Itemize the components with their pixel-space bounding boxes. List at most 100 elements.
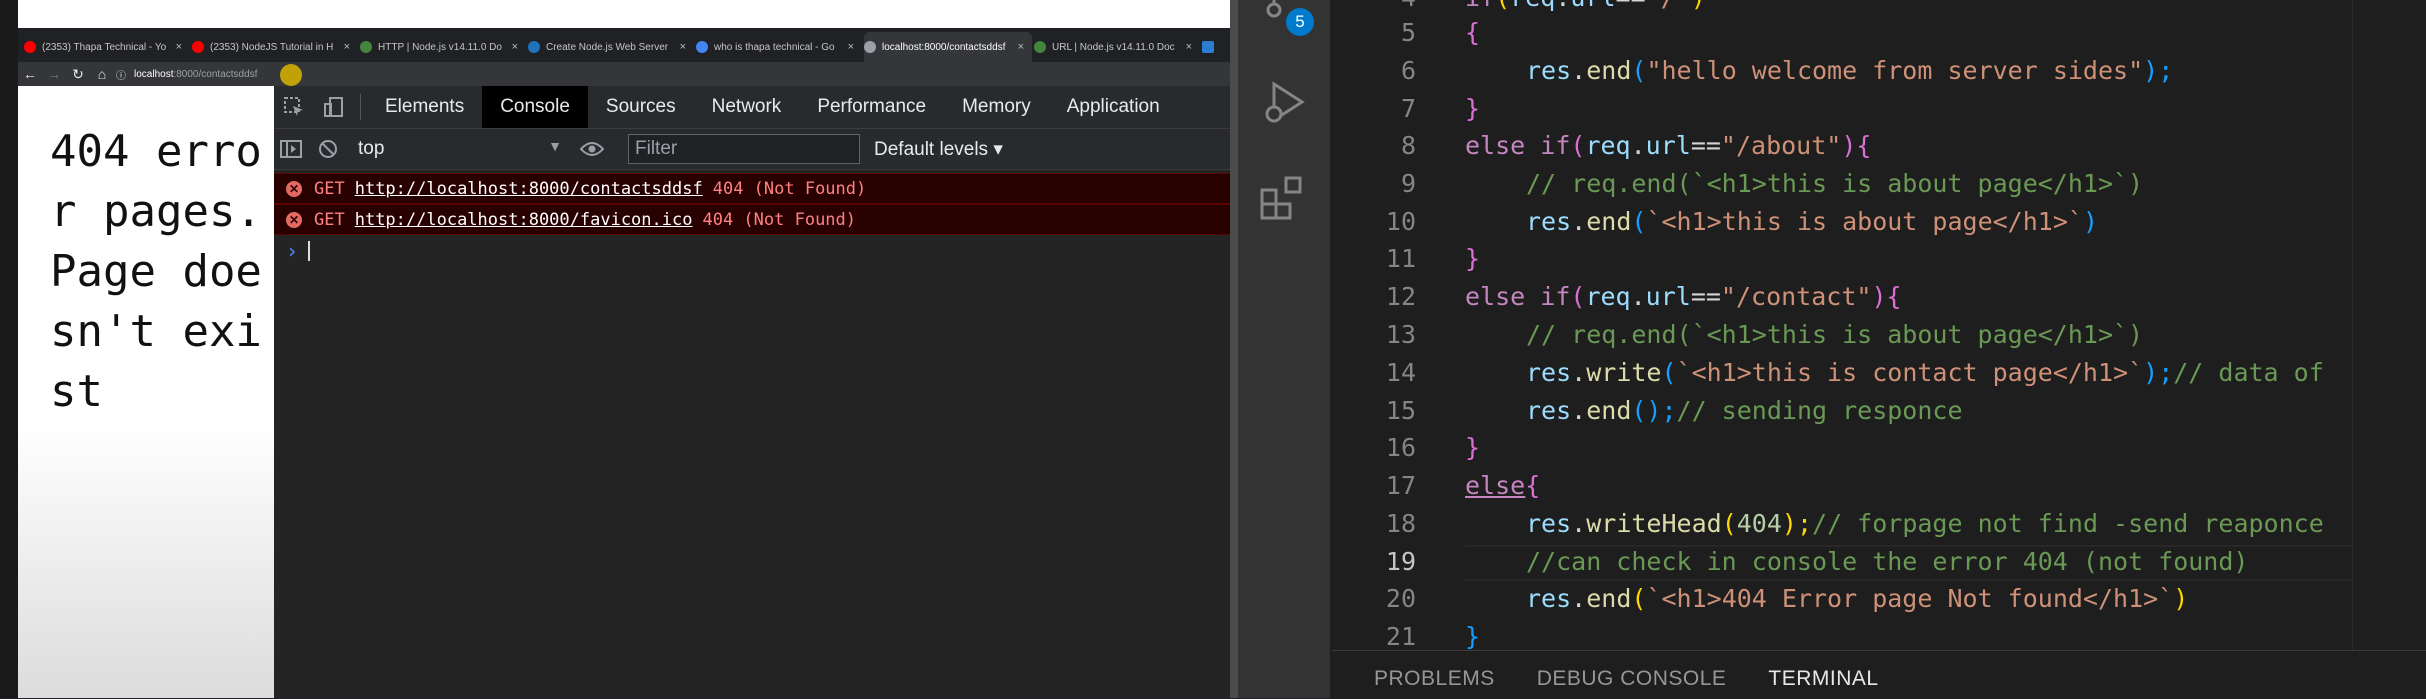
browser-tab[interactable]: (2353) NodeJS Tutorial in H × (192, 32, 358, 62)
url-field[interactable]: localhost:8000/contactsddsf (134, 69, 257, 80)
line-number: 15 (1385, 396, 1416, 425)
tab-performance[interactable]: Performance (799, 86, 944, 128)
code-line: 14 res.write(`<h1>this is contact page</h… (1332, 354, 2426, 392)
eye-icon[interactable] (572, 128, 612, 170)
console-filter-input[interactable]: Filter (628, 134, 860, 164)
console-prompt-icon: › (286, 239, 299, 263)
browser-tab[interactable]: Create Node.js Web Server × (528, 32, 694, 62)
code-line: 20 res.end(`<h1>404 Error page Not found<… (1332, 580, 2426, 618)
error-status: 404 (Not Found) (712, 178, 867, 199)
tab-debug-console[interactable]: DEBUG CONSOLE (1537, 659, 1727, 699)
site-icon (528, 41, 540, 53)
globe-icon (864, 41, 876, 53)
back-icon[interactable]: ← (18, 66, 42, 82)
tab-label: who is thapa technical - Go (714, 41, 835, 53)
clear-console-icon[interactable] (308, 128, 348, 170)
close-tab-icon[interactable]: × (336, 41, 358, 53)
line-number: 13 (1385, 320, 1416, 349)
close-tab-icon[interactable]: × (840, 41, 862, 53)
console-error-row: ✕ GET http://localhost:8000/favicon.ico … (274, 204, 1230, 235)
line-number: 19 (1385, 547, 1416, 576)
line-number: 17 (1385, 471, 1416, 500)
tab-problems[interactable]: PROBLEMS (1374, 659, 1495, 699)
window-splitter[interactable] (1230, 0, 1238, 698)
line-number: 9 (1400, 169, 1416, 198)
code-line: 6 res.end("hello welcome from server side… (1332, 52, 2426, 90)
inspect-element-icon[interactable] (274, 86, 314, 128)
context-select[interactable]: top ▼ (358, 138, 562, 160)
browser-tab[interactable]: (2353) Thapa Technical - Yo × (24, 32, 190, 62)
line-number: 21 (1385, 622, 1416, 650)
url-path: :8000/contactsddsf (173, 68, 258, 80)
reload-icon[interactable]: ↻ (66, 66, 90, 83)
youtube-icon (192, 41, 204, 53)
close-tab-icon[interactable]: × (672, 41, 694, 53)
tab-console[interactable]: Console (482, 86, 588, 128)
tab-label: localhost:8000/contactsddsf (882, 41, 1006, 53)
log-levels-dropdown[interactable]: Default levels ▾ (874, 138, 1003, 161)
line-number: 7 (1400, 94, 1416, 123)
tab-label: (2353) NodeJS Tutorial in H (210, 41, 334, 53)
line-number: 11 (1385, 244, 1416, 273)
code-line: 13// req.end(`<h1>this is about page</h1… (1332, 316, 2426, 354)
devtools-toolbar: Elements Console Sources Network Perform… (274, 86, 1230, 129)
tab-elements[interactable]: Elements (367, 86, 482, 128)
dropdown-arrow-icon: ▼ (548, 138, 562, 154)
close-tab-icon[interactable]: × (504, 41, 526, 53)
nodejs-icon (1034, 41, 1046, 53)
devtools-panel: Elements Console Sources Network Perform… (274, 86, 1230, 698)
error-status: 404 (Not Found) (702, 209, 857, 230)
tab-application[interactable]: Application (1049, 86, 1178, 128)
line-number: 6 (1400, 56, 1416, 85)
mouse-cursor-highlight (280, 64, 302, 86)
bottom-panel-tabs: PROBLEMS DEBUG CONSOLE TERMINAL (1332, 650, 2426, 699)
error-icon: ✕ (286, 180, 302, 197)
tab-label: URL | Node.js v14.11.0 Doc (1052, 41, 1175, 53)
page-body-text: 404 error pages. Page doesn't exist (50, 126, 262, 417)
address-bar: ← → ↻ ⌂ ⓘ localhost:8000/contactsddsf (18, 62, 1230, 86)
browser-tab[interactable]: HTTP | Node.js v14.11.0 Do × (360, 32, 526, 62)
code-line: 9// req.end(`<h1>this is about page</h1>… (1332, 165, 2426, 203)
browser-tab[interactable]: who is thapa technical - Go × (696, 32, 862, 62)
code-line: 8 else if(req.url=="/about"){ (1332, 127, 2426, 165)
line-number: 18 (1385, 509, 1416, 538)
line-number: 20 (1385, 584, 1416, 613)
console-error-row: ✕ GET http://localhost:8000/contactsddsf… (274, 173, 1230, 204)
run-debug-icon[interactable] (1260, 78, 1308, 126)
vscode-activity-bar: 5 (1238, 0, 1330, 698)
device-toolbar-icon[interactable] (314, 86, 354, 128)
line-number: 8 (1400, 131, 1416, 160)
error-url-link[interactable]: http://localhost:8000/contactsddsf (355, 179, 703, 199)
home-icon[interactable]: ⌂ (90, 66, 114, 82)
sidebar-toggle-icon[interactable] (274, 128, 308, 170)
browser-tab-strip: (2353) Thapa Technical - Yo × (2353) Nod… (18, 28, 1230, 62)
close-tab-icon[interactable]: × (1178, 41, 1200, 53)
code-line: 12 else if(req.url=="/contact"){ (1332, 278, 2426, 316)
code-line: 7} (1332, 90, 2426, 128)
tab-network[interactable]: Network (694, 86, 800, 128)
code-line: 10 res.end(`<h1>this is about page</h1>`) (1332, 203, 2426, 241)
browser-tab[interactable]: URL | Node.js v14.11.0 Doc × (1034, 32, 1200, 62)
info-icon: ⓘ (116, 70, 126, 82)
forward-icon[interactable]: → (42, 66, 66, 82)
tab-terminal[interactable]: TERMINAL (1768, 659, 1878, 699)
close-tab-icon[interactable]: × (168, 41, 190, 53)
code-editor[interactable]: 4if(req.url=="/") 5{ 6res.end("hello wel… (1332, 0, 2426, 650)
browser-tab-active[interactable]: localhost:8000/contactsddsf × (864, 32, 1032, 62)
code-line: 5{ (1332, 14, 2426, 52)
close-tab-icon[interactable]: × (1010, 41, 1032, 53)
tab-label: Create Node.js Web Server (546, 41, 669, 53)
line-number: 16 (1385, 433, 1416, 462)
error-url-link[interactable]: http://localhost:8000/favicon.ico (355, 210, 693, 230)
url-host: localhost (134, 68, 174, 80)
extensions-icon[interactable] (1260, 174, 1308, 222)
tab-memory[interactable]: Memory (944, 86, 1049, 128)
code-line: 19//can check in console the error 404 (… (1332, 543, 2426, 581)
editor-minimap[interactable] (2352, 0, 2426, 650)
browser-tab[interactable] (1202, 32, 1230, 62)
site-icon (1202, 41, 1214, 53)
line-number: 10 (1385, 207, 1416, 236)
tab-sources[interactable]: Sources (588, 86, 694, 128)
console-input[interactable] (308, 241, 310, 261)
error-method: GET (314, 209, 345, 230)
